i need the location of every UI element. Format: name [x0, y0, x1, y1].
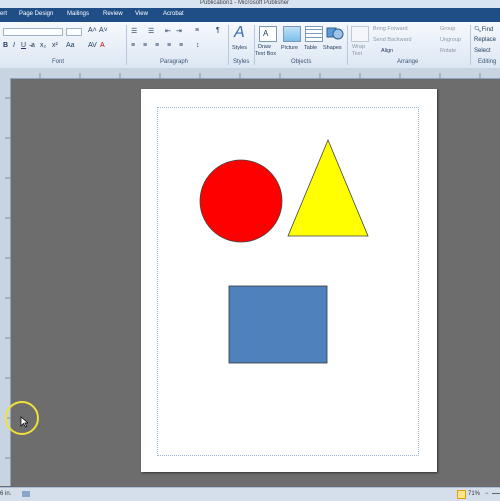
shrink-font-icon[interactable]: A˅	[99, 27, 108, 34]
bring-forward-button[interactable]: Bring Forward	[373, 26, 408, 32]
group-divider	[228, 25, 229, 65]
font-size-select[interactable]	[66, 28, 82, 36]
shapes-button-label[interactable]: Shapes	[323, 45, 342, 51]
tab-review[interactable]: Review	[103, 11, 123, 17]
italic-icon[interactable]: I	[13, 42, 15, 49]
page-navigator-icon[interactable]	[22, 491, 30, 497]
title-bar: Publication1 - Microsoft Publisher	[0, 0, 500, 8]
grow-font-icon[interactable]: A˄	[88, 27, 97, 34]
horizontal-ruler[interactable]	[0, 68, 500, 79]
distribute-icon[interactable]: ≡	[179, 42, 183, 49]
increase-indent-icon[interactable]: ⇥	[176, 27, 182, 35]
wrap-text-label-line2[interactable]: Text	[352, 51, 362, 57]
group-divider	[470, 25, 471, 65]
group-divider	[126, 25, 127, 65]
find-button[interactable]: 🔍︎Find	[474, 26, 493, 33]
publication-page[interactable]	[141, 89, 437, 472]
rotate-button[interactable]: Rotate	[440, 48, 456, 54]
table-icon[interactable]	[305, 26, 323, 42]
mouse-pointer-icon	[20, 416, 28, 428]
justify-icon[interactable]: ≡	[167, 42, 171, 49]
picture-button-label[interactable]: Picture	[281, 45, 298, 51]
arrange-group-label: Arrange	[397, 59, 419, 65]
tab-page-design[interactable]: Page Design	[19, 11, 53, 17]
columns-icon[interactable]: ≡	[195, 27, 199, 34]
draw-text-box-label-line1[interactable]: Draw	[258, 44, 271, 50]
send-backward-button[interactable]: Send Backward	[373, 37, 412, 43]
styles-icon[interactable]: A	[234, 24, 245, 42]
replace-label: Replace	[474, 37, 497, 43]
align-left-icon[interactable]: ≡	[131, 42, 135, 49]
group-divider	[347, 25, 348, 65]
ungroup-button[interactable]: Ungroup	[440, 37, 461, 43]
styles-button-label[interactable]: Styles	[232, 45, 247, 51]
draw-text-box-icon[interactable]: A	[259, 26, 277, 42]
align-button[interactable]: Align	[381, 48, 393, 54]
select-button[interactable]: Select	[474, 48, 491, 54]
find-label: Find	[481, 27, 494, 33]
tab-mailings[interactable]: Mailings	[67, 11, 89, 17]
character-spacing-icon[interactable]: AV	[88, 42, 97, 49]
editing-group-label: Editing	[478, 59, 497, 65]
bullets-icon[interactable]: ☰	[131, 27, 137, 35]
zoom-out-icon[interactable]: −	[485, 491, 489, 497]
decrease-indent-icon[interactable]: ⇤	[165, 27, 171, 35]
yellow-triangle-shape[interactable]	[287, 138, 369, 237]
underline-icon[interactable]: U	[21, 42, 26, 49]
wrap-text-label-line1[interactable]: Wrap	[352, 44, 365, 50]
draw-text-box-label-line2[interactable]: Text Box	[255, 51, 276, 57]
show-paragraph-marks-icon[interactable]: ¶	[216, 27, 220, 34]
table-button-label[interactable]: Table	[304, 45, 317, 51]
ribbon: A˄ A˅ B I U ̶a x₂ x² Aa AV A Font ☰ ☰ ⇤ …	[0, 22, 500, 69]
align-right-icon[interactable]: ≡	[155, 42, 159, 49]
font-name-select[interactable]	[3, 28, 63, 36]
objects-group-label: Objects	[291, 59, 312, 65]
numbering-icon[interactable]: ☰	[148, 27, 154, 35]
font-color-icon[interactable]: A	[100, 42, 105, 49]
window-title: Publication1 - Microsoft Publisher	[200, 0, 290, 6]
cursor-position-readout: 6 in.	[0, 491, 12, 497]
strikethrough-icon[interactable]: ̶a	[31, 42, 35, 49]
zoom-slider[interactable]	[492, 493, 500, 494]
subscript-icon[interactable]: x₂	[40, 42, 46, 49]
wrap-text-icon[interactable]	[351, 26, 369, 42]
tab-view[interactable]: View	[135, 11, 148, 17]
group-divider	[254, 25, 255, 65]
line-spacing-icon[interactable]: ↕	[196, 42, 200, 49]
tab-acrobat[interactable]: Acrobat	[163, 11, 184, 17]
group-button[interactable]: Group	[440, 26, 455, 32]
ribbon-tab-bar: ert Page Design Mailings Review View Acr…	[0, 8, 500, 22]
bold-icon[interactable]: B	[3, 42, 8, 49]
select-label: Select	[474, 48, 491, 54]
zoom-level[interactable]: 71%	[468, 491, 480, 497]
single-page-view-icon[interactable]	[457, 490, 466, 499]
font-group-label: Font	[52, 59, 65, 65]
tab-insert[interactable]: ert	[0, 11, 7, 17]
styles-group-label: Styles	[233, 59, 250, 65]
red-circle-shape[interactable]	[199, 159, 283, 243]
paragraph-group-label: Paragraph	[160, 59, 189, 65]
shapes-layer	[199, 138, 369, 364]
picture-icon[interactable]	[283, 26, 301, 42]
align-center-icon[interactable]: ≡	[143, 42, 147, 49]
blue-rectangle-shape[interactable]	[228, 285, 328, 364]
shapes-icon[interactable]	[326, 26, 344, 42]
status-bar: 6 in. 71% −	[0, 487, 500, 501]
replace-button[interactable]: Replace	[474, 37, 496, 43]
change-case-icon[interactable]: Aa	[66, 42, 75, 49]
superscript-icon[interactable]: x²	[52, 42, 58, 49]
